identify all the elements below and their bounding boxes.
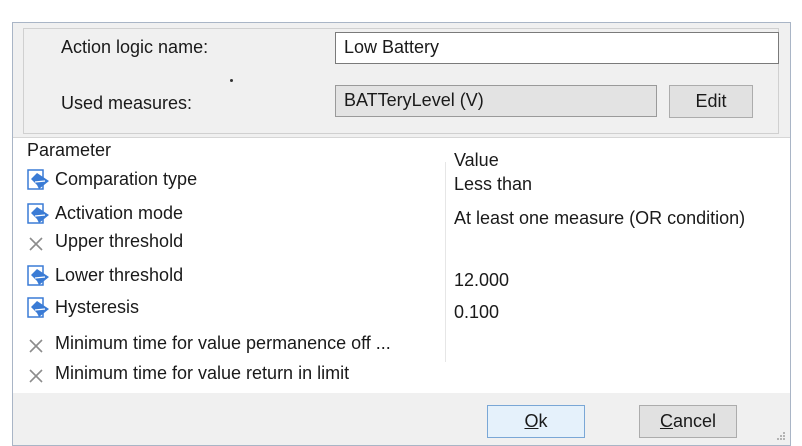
disabled-x-icon	[29, 339, 43, 353]
disabled-x-icon	[29, 369, 43, 383]
used-measures-label: Used measures:	[61, 93, 193, 113]
grid-row-hysteresis[interactable]: Hysteresis 0.100	[13, 294, 790, 325]
row-name: Minimum time for value permanence off ..…	[55, 333, 391, 353]
row-name: Activation mode	[55, 203, 184, 223]
grid-row-min-time-permanence[interactable]: Minimum time for value permanence off ..…	[13, 330, 790, 361]
ok-label-rest: k	[538, 411, 548, 431]
grid-row-activation-mode[interactable]: Activation mode At least one measure (OR…	[13, 200, 790, 231]
row-name: Comparation type	[55, 169, 198, 189]
cancel-button[interactable]: Cancel	[639, 405, 737, 438]
grid-row-lower-threshold[interactable]: Lower threshold 12.000	[13, 262, 790, 293]
action-logic-name-label: Action logic name:	[61, 37, 209, 57]
used-measures-field: BATTeryLevel (V)	[335, 85, 657, 117]
grid-row-comparation-type[interactable]: Comparation type Less than	[13, 166, 790, 197]
disabled-x-icon	[29, 237, 43, 251]
dialog-footer: Ok Cancel	[13, 393, 790, 445]
grid-row-min-time-return[interactable]: Minimum time for value return in limit	[13, 360, 790, 391]
row-value: 12.000	[454, 270, 510, 290]
action-logic-name-input[interactable]: Low Battery	[335, 32, 779, 64]
ok-button[interactable]: Ok	[487, 405, 585, 438]
edit-icon	[27, 265, 49, 286]
edit-icon	[27, 203, 49, 224]
edit-button[interactable]: Edit	[669, 85, 753, 118]
window-top-strip	[0, 0, 802, 24]
action-logic-dialog: Action logic name: Low Battery Used meas…	[12, 22, 791, 446]
grid-row-upper-threshold[interactable]: Upper threshold	[13, 228, 790, 259]
ok-accelerator: O	[524, 411, 539, 431]
row-value: 0.100	[454, 302, 500, 322]
edit-icon	[27, 169, 49, 190]
row-value: At least one measure (OR condition)	[454, 208, 746, 228]
row-name: Minimum time for value return in limit	[55, 363, 350, 383]
row-name: Hysteresis	[55, 297, 140, 317]
cancel-label-rest: ancel	[672, 411, 717, 431]
resize-grip-icon[interactable]	[776, 431, 786, 441]
stray-dot	[230, 79, 233, 82]
cancel-accelerator: C	[659, 411, 673, 431]
parameter-grid: Parameter Value Comparation type Less th…	[13, 137, 790, 394]
edit-icon	[27, 297, 49, 318]
form-area: Action logic name: Low Battery Used meas…	[13, 23, 790, 137]
row-name: Lower threshold	[55, 265, 184, 285]
parameter-column-header: Parameter	[27, 140, 112, 160]
row-name: Upper threshold	[55, 231, 184, 251]
row-value: Less than	[454, 174, 533, 194]
